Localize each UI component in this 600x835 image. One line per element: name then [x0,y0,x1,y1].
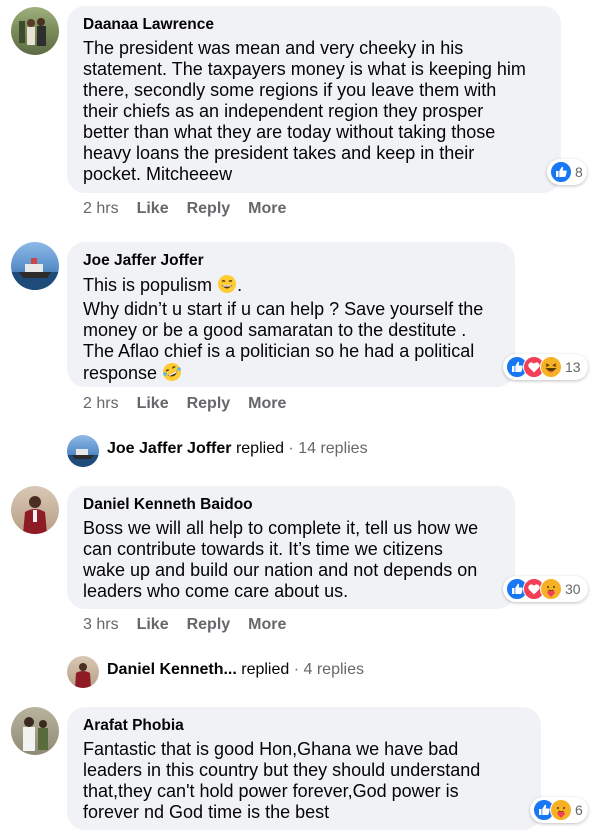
reactions-summary[interactable]: 13 [503,354,588,380]
comment-actions: 2 hrs Like Reply More [83,200,304,218]
grinning-emoji-icon [217,274,237,299]
avatar[interactable] [11,486,59,534]
comment-actions: 2 hrs Like Reply More [83,395,304,413]
avatar-photo [11,258,59,290]
comment-time[interactable]: 3 hrs [83,616,119,634]
rofl-emoji-icon [162,362,182,387]
comment-text: This is populism . Why didn’t u start if… [83,274,501,387]
avatar-photo [19,18,46,46]
more-button[interactable]: More [248,200,286,218]
comment-text: The president was mean and very cheeky i… [83,38,526,184]
reaction-count: 13 [565,359,581,375]
comment-author[interactable]: Arafat Phobia [83,717,527,735]
reply-count[interactable]: 14 replies [298,440,367,458]
comment-author[interactable]: Daanaa Lawrence [83,16,547,34]
comment-text-end: . [237,275,243,295]
like-button[interactable]: Like [137,616,169,634]
view-replies-link[interactable]: Joe Jaffer Joffer replied · 14 replies [107,440,368,458]
reactions-summary[interactable]: 6 [530,797,588,823]
reply-author[interactable]: Daniel Kenneth... [107,661,237,679]
comment-author[interactable]: Daniel Kenneth Baidoo [83,496,501,514]
more-button[interactable]: More [248,616,286,634]
avatar-photo [75,663,91,688]
care-icon [550,799,572,821]
separator: · [283,440,299,457]
avatar-photo [23,717,48,751]
avatar[interactable] [11,242,59,290]
like-button[interactable]: Like [137,395,169,413]
comment-text-line: This is populism [83,275,213,295]
avatar[interactable] [11,707,59,755]
reply-button[interactable]: Reply [187,616,231,634]
avatar[interactable] [11,7,59,55]
care-icon [540,578,562,600]
reply-count[interactable]: 4 replies [304,661,364,679]
comment-time[interactable]: 2 hrs [83,200,119,218]
avatar-photo [23,496,47,534]
more-button[interactable]: More [248,395,286,413]
comment-bubble: Daniel Kenneth Baidoo Boss we will all h… [67,486,515,609]
comment-actions: 3 hrs Like Reply More [83,616,304,634]
comment-author[interactable]: Joe Jaffer Joffer [83,252,501,270]
replied-label: replied [235,440,284,457]
comment-bubble: Joe Jaffer Joffer This is populism . Why… [67,242,515,387]
reaction-count: 6 [575,802,583,818]
comment-text-body: Why didn’t u start if u can help ? Save … [83,299,484,361]
reactions-summary[interactable]: 8 [547,159,587,185]
reply-button[interactable]: Reply [187,200,231,218]
view-replies-link[interactable]: Daniel Kenneth... replied · 4 replies [107,661,364,679]
separator: · [289,661,304,678]
comment-text-last: response [83,363,158,383]
comment-text: Fantastic that is good Hon,Ghana we have… [83,739,481,822]
comment-time[interactable]: 2 hrs [83,395,119,413]
like-icon [550,161,572,183]
avatar[interactable] [67,656,99,688]
reactions-summary[interactable]: 30 [503,576,588,602]
comment-bubble: Arafat Phobia Fantastic that is good Hon… [67,707,541,830]
avatar-photo [67,449,99,467]
reply-author[interactable]: Joe Jaffer Joffer [107,440,232,458]
reaction-count: 8 [575,164,583,180]
reply-button[interactable]: Reply [187,395,231,413]
haha-icon [540,356,562,378]
replied-label: replied [241,661,290,678]
comment-text: Boss we will all help to complete it, te… [83,518,479,601]
avatar[interactable] [67,435,99,467]
like-button[interactable]: Like [137,200,169,218]
comment-bubble: Daanaa Lawrence The president was mean a… [67,6,561,193]
reaction-count: 30 [565,581,581,597]
